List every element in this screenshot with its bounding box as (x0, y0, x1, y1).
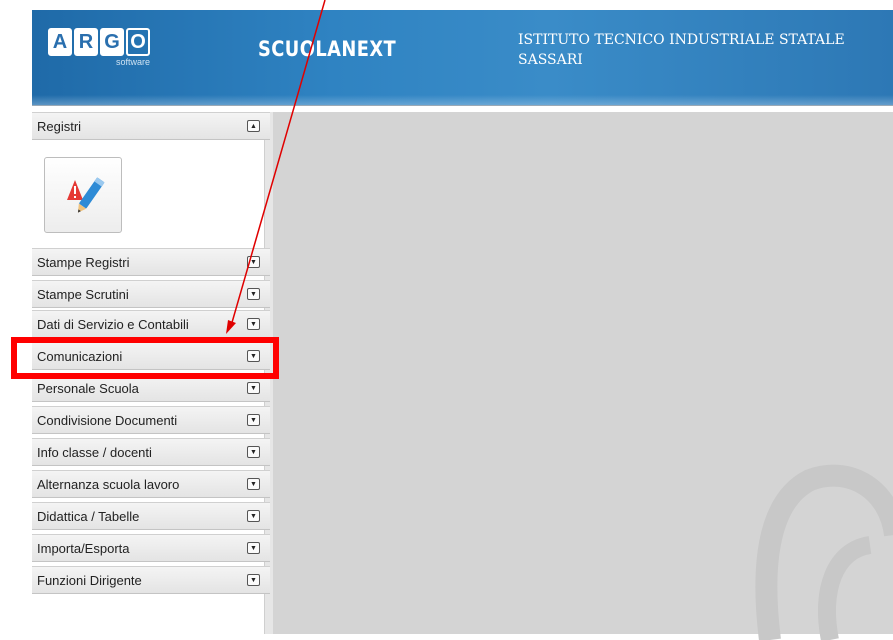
logo-letter-a: A (48, 28, 72, 56)
logo-letter-o: O (126, 28, 150, 56)
highlight-box (11, 337, 279, 379)
sidebar-section-label: Registri (37, 119, 82, 134)
logo-subtitle: software (115, 57, 150, 67)
sidebar-section-info-classe[interactable]: Info classe / docenti ▼ (32, 438, 270, 466)
expand-down-icon[interactable]: ▼ (247, 542, 260, 554)
logo-letter-r: R (74, 28, 98, 56)
sidebar-section-label: Stampe Registri (37, 255, 130, 270)
expand-down-icon[interactable]: ▼ (247, 256, 260, 268)
sidebar-section-stampe-scrutini[interactable]: Stampe Scrutini ▼ (32, 280, 270, 308)
logo-letter-g: G (100, 28, 124, 56)
registro-edit-icon (67, 177, 105, 213)
expand-down-icon[interactable]: ▼ (247, 382, 260, 394)
school-name-line2: SASSARI (518, 52, 583, 68)
expand-down-icon[interactable]: ▼ (247, 318, 260, 330)
product-name: SCUOLANEXT (258, 37, 397, 61)
school-name: ISTITUTO TECNICO INDUSTRIALE STATALE SAS… (518, 30, 845, 70)
watermark-logo-icon (755, 464, 893, 640)
expand-down-icon[interactable]: ▼ (247, 288, 260, 300)
argo-logo: A R G O software (48, 28, 150, 67)
sidebar-section-condivisione-documenti[interactable]: Condivisione Documenti ▼ (32, 406, 270, 434)
registri-button[interactable] (44, 157, 122, 233)
sidebar-section-label: Alternanza scuola lavoro (37, 477, 180, 492)
school-name-line1: ISTITUTO TECNICO INDUSTRIALE STATALE (518, 32, 845, 48)
sidebar-section-alternanza[interactable]: Alternanza scuola lavoro ▼ (32, 470, 270, 498)
sidebar-section-stampe-registri[interactable]: Stampe Registri ▼ (32, 248, 270, 276)
left-margin (0, 0, 32, 634)
expand-down-icon[interactable]: ▼ (247, 574, 260, 586)
sidebar-section-label: Condivisione Documenti (37, 413, 178, 428)
sidebar-section-label: Importa/Esporta (37, 541, 130, 556)
content-area (273, 112, 893, 640)
sidebar-section-funzioni-dirigente[interactable]: Funzioni Dirigente ▼ (32, 566, 270, 594)
sidebar-section-dati-servizio[interactable]: Dati di Servizio e Contabili ▼ (32, 310, 270, 338)
sidebar-section-label: Funzioni Dirigente (37, 573, 142, 588)
sidebar-section-label: Stampe Scrutini (37, 287, 129, 302)
sidebar-section-label: Info classe / docenti (37, 445, 152, 460)
sidebar-section-importa-esporta[interactable]: Importa/Esporta ▼ (32, 534, 270, 562)
sidebar-section-didattica[interactable]: Didattica / Tabelle ▼ (32, 502, 270, 530)
collapse-up-icon[interactable]: ▲ (247, 120, 260, 132)
sidebar-section-registri[interactable]: Registri ▲ (32, 112, 270, 140)
registri-panel (32, 143, 264, 247)
sidebar-section-label: Personale Scuola (37, 381, 139, 396)
sidebar-section-label: Dati di Servizio e Contabili (37, 317, 189, 332)
app-header: A R G O software SCUOLANEXT ISTITUTO TEC… (32, 10, 893, 106)
sidebar-section-label: Didattica / Tabelle (37, 509, 140, 524)
expand-down-icon[interactable]: ▼ (247, 414, 260, 426)
expand-down-icon[interactable]: ▼ (247, 478, 260, 490)
expand-down-icon[interactable]: ▼ (247, 510, 260, 522)
expand-down-icon[interactable]: ▼ (247, 446, 260, 458)
